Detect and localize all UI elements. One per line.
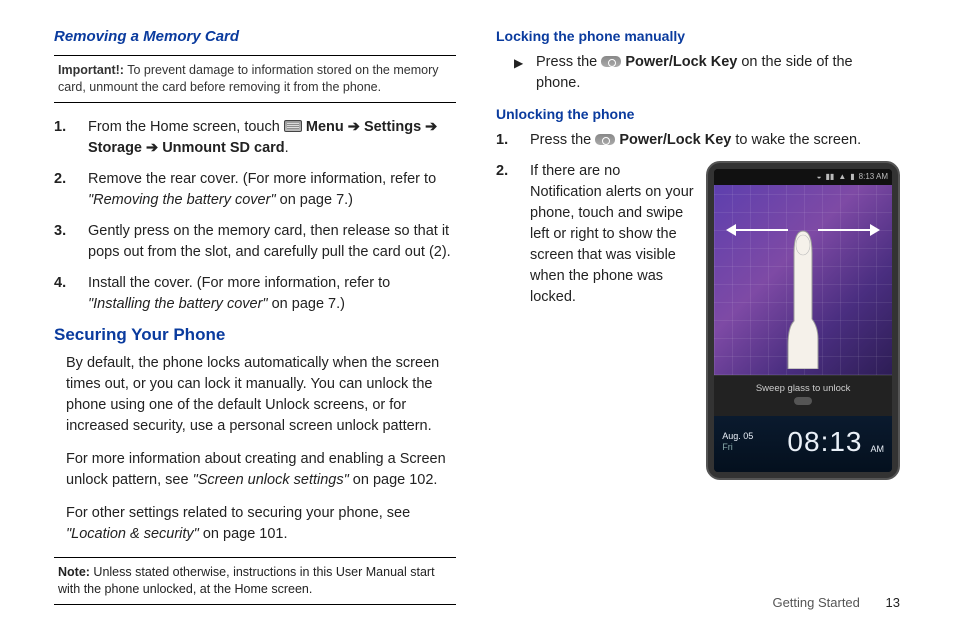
left-column: Removing a Memory Card Important!: To pr… bbox=[54, 28, 456, 605]
important-note: Important!: To prevent damage to informa… bbox=[54, 55, 456, 103]
right-column: Locking the phone manually ▶ Press the P… bbox=[496, 28, 900, 605]
note-label: Note: bbox=[58, 565, 90, 579]
step4-page: on page 7.) bbox=[272, 296, 345, 312]
note-box: Note: Unless stated otherwise, instructi… bbox=[54, 557, 456, 605]
securing-para-1: By default, the phone locks automaticall… bbox=[66, 353, 456, 437]
removing-steps: 1. From the Home screen, touch Menu ➔ Se… bbox=[54, 117, 456, 315]
lock-date: Aug. 05 bbox=[722, 431, 753, 442]
lock-clock: Aug. 05 Fri 08:13 AM bbox=[714, 416, 892, 473]
lock-screen-area bbox=[714, 185, 892, 375]
step2-page: on page 7.) bbox=[280, 192, 353, 208]
power-lock-key-label: Power/Lock Key bbox=[619, 132, 731, 148]
phone-illustration: ◒ ▮▮ ▲ ▮ 8:13 AM bbox=[706, 161, 900, 480]
heading-securing-phone: Securing Your Phone bbox=[54, 325, 456, 345]
lock-instruction: ▶ Press the Power/Lock Key on the side o… bbox=[496, 52, 900, 94]
lock-time: 08:13 bbox=[761, 422, 862, 463]
step2-text: Remove the rear cover. (For more informa… bbox=[88, 171, 436, 187]
menu-icon bbox=[284, 120, 302, 132]
signal-icon: ▮▮ bbox=[826, 171, 835, 183]
securing-para-3: For other settings related to securing y… bbox=[66, 503, 456, 545]
battery-icon: ▮ bbox=[850, 171, 854, 183]
swipe-left-arrow-icon bbox=[728, 229, 788, 231]
securing-para-2: For more information about creating and … bbox=[66, 449, 456, 491]
step1-unmount: Unmount SD card bbox=[162, 140, 284, 156]
status-time: 8:13 AM bbox=[859, 171, 888, 183]
signal-icon: ▲ bbox=[838, 171, 846, 183]
sweep-pill-icon bbox=[794, 397, 812, 405]
step3-text: Gently press on the memory card, then re… bbox=[88, 223, 451, 260]
swipe-right-arrow-icon bbox=[818, 229, 878, 231]
triangle-bullet-icon: ▶ bbox=[514, 55, 523, 72]
arrow-icon: ➔ bbox=[348, 119, 360, 135]
step4-text: Install the cover. (For more information… bbox=[88, 275, 390, 291]
step1-menu: Menu bbox=[306, 119, 348, 135]
step-2: 2. Remove the rear cover. (For more info… bbox=[88, 169, 456, 211]
step-1: 1. From the Home screen, touch Menu ➔ Se… bbox=[88, 117, 456, 159]
step1-settings: Settings bbox=[364, 119, 425, 135]
unlock-step-2-text: If there are no Notification alerts on y… bbox=[530, 161, 694, 308]
footer-page-number: 13 bbox=[886, 595, 900, 610]
finger-icon bbox=[782, 229, 824, 369]
unlock-step-2: 2. If there are no Notification alerts o… bbox=[530, 161, 900, 480]
arrow-icon: ➔ bbox=[146, 140, 158, 156]
footer-section: Getting Started bbox=[772, 595, 859, 610]
step1-storage: Storage bbox=[88, 140, 146, 156]
note-text: Unless stated otherwise, instructions in… bbox=[58, 565, 435, 596]
arrow-icon: ➔ bbox=[425, 119, 437, 135]
lock-ampm: AM bbox=[871, 443, 885, 456]
wifi-icon: ◒ bbox=[817, 171, 822, 183]
sweep-hint: Sweep glass to unlock bbox=[714, 375, 892, 416]
heading-removing-memory-card: Removing a Memory Card bbox=[54, 28, 456, 45]
unlock-step-1: 1. Press the Power/Lock Key to wake the … bbox=[530, 130, 900, 151]
step-3: 3. Gently press on the memory card, then… bbox=[88, 221, 456, 263]
step-4: 4. Install the cover. (For more informat… bbox=[88, 273, 456, 315]
step1-pre: From the Home screen, touch bbox=[88, 119, 284, 135]
important-label: Important!: bbox=[58, 63, 124, 77]
heading-locking-manually: Locking the phone manually bbox=[496, 28, 900, 44]
power-lock-key-label: Power/Lock Key bbox=[625, 54, 737, 70]
step4-ref: "Installing the battery cover" bbox=[88, 296, 268, 312]
phone-statusbar: ◒ ▮▮ ▲ ▮ 8:13 AM bbox=[714, 169, 892, 185]
page-footer: Getting Started 13 bbox=[772, 595, 900, 610]
lock-day: Fri bbox=[722, 442, 753, 453]
power-lock-icon bbox=[595, 134, 615, 145]
unlocking-steps: 1. Press the Power/Lock Key to wake the … bbox=[496, 130, 900, 480]
step2-ref: "Removing the battery cover" bbox=[88, 192, 276, 208]
power-lock-icon bbox=[601, 56, 621, 67]
heading-unlocking: Unlocking the phone bbox=[496, 106, 900, 122]
